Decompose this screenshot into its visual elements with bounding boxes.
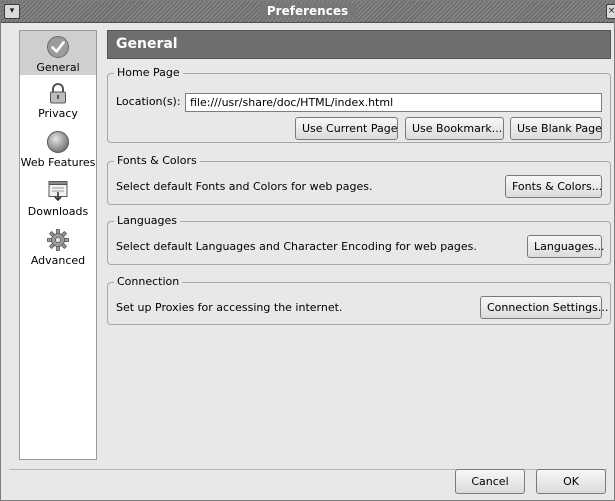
sidebar-item-label: Web Features: [20, 156, 96, 169]
fonts-colors-description: Select default Fonts and Colors for web …: [116, 180, 373, 193]
sidebar-item-label: Advanced: [30, 254, 86, 267]
fonts-colors-legend: Fonts & Colors: [114, 154, 200, 167]
sidebar-item-label: Downloads: [27, 205, 89, 218]
use-current-page-button[interactable]: Use Current Page: [295, 117, 398, 140]
languages-description: Select default Languages and Character E…: [116, 240, 477, 253]
close-button[interactable]: ×: [606, 4, 615, 19]
use-bookmark-button[interactable]: Use Bookmark...: [405, 117, 504, 140]
connection-legend: Connection: [114, 275, 183, 288]
connection-settings-button[interactable]: Connection Settings...: [480, 296, 608, 319]
connection-group: Connection Set up Proxies for accessing …: [107, 275, 611, 325]
use-blank-page-button[interactable]: Use Blank Page: [510, 117, 602, 140]
sidebar-item-label: Privacy: [38, 107, 78, 120]
sidebar-item-advanced[interactable]: Advanced: [20, 228, 96, 267]
sidebar-item-label: General: [36, 61, 80, 74]
connection-description: Set up Proxies for accessing the interne…: [116, 301, 343, 314]
sidebar-item-privacy[interactable]: Privacy: [20, 81, 96, 120]
checkmark-icon: [47, 36, 69, 58]
preferences-window: ▾ Preferences × General Privacy Web Feat…: [0, 0, 615, 501]
sidebar-item-general[interactable]: General: [20, 31, 96, 75]
fonts-colors-button[interactable]: Fonts & Colors...: [505, 175, 602, 198]
page-title: General: [107, 30, 611, 59]
general-panel: General Home Page Location(s): file:///u…: [107, 30, 611, 325]
ok-button[interactable]: OK: [536, 469, 606, 494]
download-icon: [48, 181, 68, 202]
sidebar-item-downloads[interactable]: Downloads: [20, 179, 96, 218]
home-page-legend: Home Page: [114, 66, 183, 79]
cancel-button[interactable]: Cancel: [455, 469, 525, 494]
location-label: Location(s):: [116, 95, 181, 108]
title-bar[interactable]: ▾ Preferences ×: [1, 1, 615, 23]
languages-legend: Languages: [114, 214, 181, 227]
gear-icon: [47, 229, 69, 251]
globe-icon: [47, 131, 69, 153]
window-title: Preferences: [258, 4, 357, 18]
category-sidebar: General Privacy Web Features Downloads A…: [19, 30, 97, 460]
languages-group: Languages Select default Languages and C…: [107, 214, 611, 265]
lock-icon: [50, 83, 66, 104]
location-field[interactable]: file:///usr/share/doc/HTML/index.html: [185, 93, 602, 112]
fonts-colors-group: Fonts & Colors Select default Fonts and …: [107, 154, 611, 205]
sidebar-item-web-features[interactable]: Web Features: [20, 130, 96, 169]
home-page-group: Home Page Location(s): file:///usr/share…: [107, 66, 611, 143]
languages-button[interactable]: Languages...: [527, 235, 605, 258]
